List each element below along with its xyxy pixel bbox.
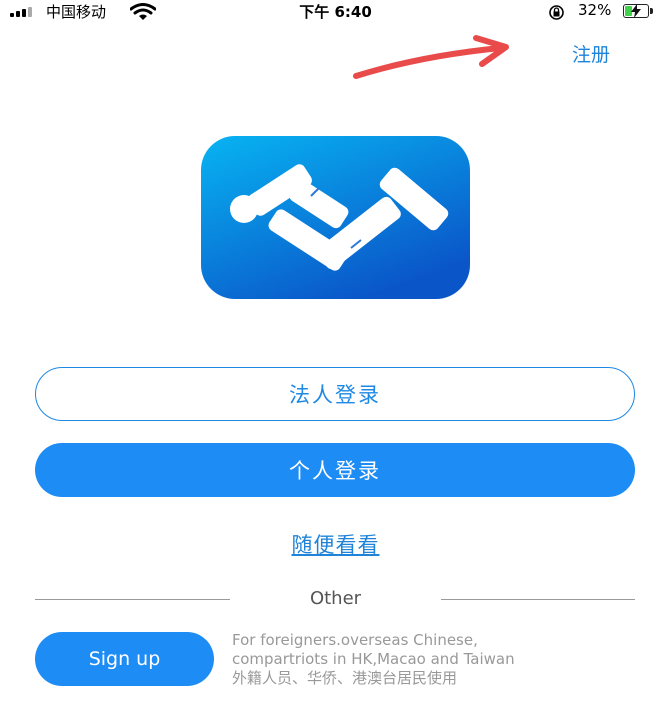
annotation-arrow-icon — [353, 35, 509, 79]
sign-up-button[interactable]: Sign up — [35, 632, 214, 686]
personal-login-button[interactable]: 个人登录 — [35, 443, 635, 497]
foreigner-note-line: 外籍人员、华侨、港澳台居民使用 — [232, 669, 458, 687]
orientation-lock-icon — [549, 5, 564, 20]
battery-cap — [650, 8, 653, 14]
status-bar: 中国移动 下午 6:40 32% — [0, 0, 671, 24]
divider-right — [441, 599, 635, 600]
legal-person-login-button[interactable]: 法人登录 — [35, 367, 635, 421]
app-logo-icon — [201, 136, 470, 299]
register-link[interactable]: 注册 — [572, 40, 610, 67]
browse-as-guest-link[interactable]: 随便看看 — [0, 529, 671, 559]
battery-charging-icon — [623, 4, 649, 18]
foreigner-note-line: For foreigners.overseas Chinese, — [232, 631, 478, 649]
charging-bolt-icon — [631, 4, 641, 18]
foreigner-note-line: compartriots in HK,Macao and Taiwan — [232, 650, 515, 668]
foreigner-note: For foreigners.overseas Chinese, compart… — [232, 631, 652, 688]
status-time: 下午 6:40 — [299, 3, 372, 21]
battery-percent: 32% — [578, 1, 612, 19]
